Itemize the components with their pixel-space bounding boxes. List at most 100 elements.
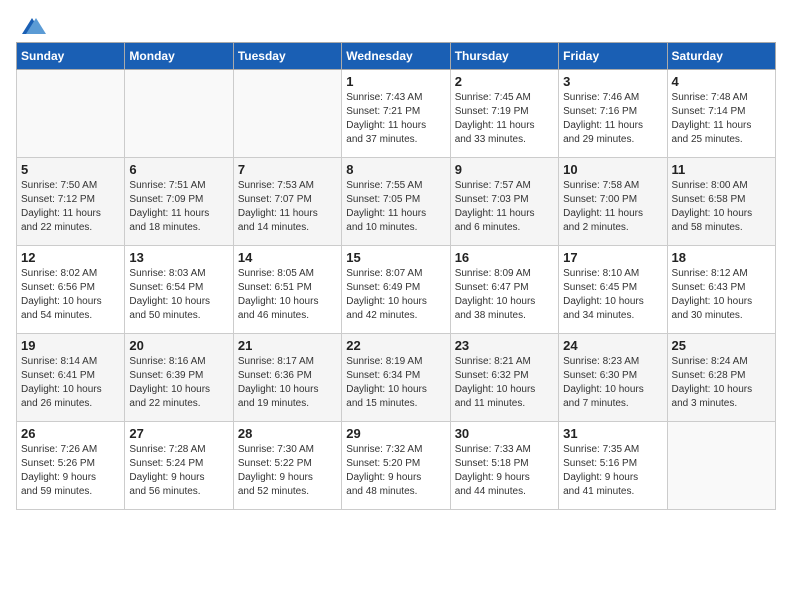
day-info: Sunrise: 8:09 AM Sunset: 6:47 PM Dayligh… [455,267,554,323]
day-number: 25 [672,338,771,353]
day-info: Sunrise: 7:48 AM Sunset: 7:14 PM Dayligh… [672,91,771,147]
day-info: Sunrise: 8:24 AM Sunset: 6:28 PM Dayligh… [672,355,771,411]
calendar-cell: 27 Sunrise: 7:28 AM Sunset: 5:24 PM Dayli… [125,422,233,510]
day-info: Sunrise: 8:14 AM Sunset: 6:41 PM Dayligh… [21,355,120,411]
day-info: Sunrise: 7:50 AM Sunset: 7:12 PM Dayligh… [21,179,120,235]
calendar-cell [17,70,125,158]
calendar-week-row: 26 Sunrise: 7:26 AM Sunset: 5:26 PM Dayli… [17,422,776,510]
calendar-cell: 16Sunrise: 8:09 AM Sunset: 6:47 PM Dayli… [450,246,558,334]
day-number: 11 [672,162,771,177]
day-info: Sunrise: 7:30 AM Sunset: 5:22 PM Dayligh… [238,443,337,499]
day-number: 26 [21,426,120,441]
calendar-cell: 1 Sunrise: 7:43 AM Sunset: 7:21 PM Daylig… [342,70,450,158]
day-info: Sunrise: 7:43 AM Sunset: 7:21 PM Dayligh… [346,91,445,147]
calendar-cell: 3 Sunrise: 7:46 AM Sunset: 7:16 PM Daylig… [559,70,667,158]
day-number: 19 [21,338,120,353]
calendar-week-row: 19 Sunrise: 8:14 AM Sunset: 6:41 PM Dayli… [17,334,776,422]
weekday-header-cell: Tuesday [233,43,341,70]
day-info: Sunrise: 8:16 AM Sunset: 6:39 PM Dayligh… [129,355,228,411]
day-number: 12 [21,250,120,265]
day-info: Sunrise: 7:51 AM Sunset: 7:09 PM Dayligh… [129,179,228,235]
day-number: 4 [672,74,771,89]
day-number: 14 [238,250,337,265]
weekday-header-cell: Sunday [17,43,125,70]
calendar-week-row: 5Sunrise: 7:50 AM Sunset: 7:12 PM Daylig… [17,158,776,246]
day-number: 28 [238,426,337,441]
day-info: Sunrise: 7:28 AM Sunset: 5:24 PM Dayligh… [129,443,228,499]
day-info: Sunrise: 8:10 AM Sunset: 6:45 PM Dayligh… [563,267,662,323]
day-info: Sunrise: 7:35 AM Sunset: 5:16 PM Dayligh… [563,443,662,499]
calendar-cell: 31 Sunrise: 7:35 AM Sunset: 5:16 PM Dayli… [559,422,667,510]
day-info: Sunrise: 8:03 AM Sunset: 6:54 PM Dayligh… [129,267,228,323]
calendar-cell: 23 Sunrise: 8:21 AM Sunset: 6:32 PM Dayli… [450,334,558,422]
weekday-header-cell: Wednesday [342,43,450,70]
calendar-week-row: 12 Sunrise: 8:02 AM Sunset: 6:56 PM Dayli… [17,246,776,334]
weekday-header-cell: Friday [559,43,667,70]
day-number: 24 [563,338,662,353]
calendar-cell: 4 Sunrise: 7:48 AM Sunset: 7:14 PM Daylig… [667,70,775,158]
day-info: Sunrise: 7:46 AM Sunset: 7:16 PM Dayligh… [563,91,662,147]
calendar-cell: 5Sunrise: 7:50 AM Sunset: 7:12 PM Daylig… [17,158,125,246]
day-number: 1 [346,74,445,89]
weekday-header-row: SundayMondayTuesdayWednesdayThursdayFrid… [17,43,776,70]
page-header [16,16,776,34]
day-number: 9 [455,162,554,177]
calendar-cell: 15Sunrise: 8:07 AM Sunset: 6:49 PM Dayli… [342,246,450,334]
calendar-week-row: 1 Sunrise: 7:43 AM Sunset: 7:21 PM Daylig… [17,70,776,158]
day-number: 22 [346,338,445,353]
calendar-cell: 26 Sunrise: 7:26 AM Sunset: 5:26 PM Dayli… [17,422,125,510]
calendar-body: 1 Sunrise: 7:43 AM Sunset: 7:21 PM Daylig… [17,70,776,510]
calendar-table: SundayMondayTuesdayWednesdayThursdayFrid… [16,42,776,510]
weekday-header-cell: Monday [125,43,233,70]
calendar-cell: 19 Sunrise: 8:14 AM Sunset: 6:41 PM Dayli… [17,334,125,422]
calendar-cell: 6 Sunrise: 7:51 AM Sunset: 7:09 PM Daylig… [125,158,233,246]
calendar-cell [667,422,775,510]
calendar-cell: 20 Sunrise: 8:16 AM Sunset: 6:39 PM Dayli… [125,334,233,422]
day-number: 3 [563,74,662,89]
day-number: 13 [129,250,228,265]
day-info: Sunrise: 8:05 AM Sunset: 6:51 PM Dayligh… [238,267,337,323]
day-info: Sunrise: 7:58 AM Sunset: 7:00 PM Dayligh… [563,179,662,235]
day-number: 23 [455,338,554,353]
calendar-cell: 18 Sunrise: 8:12 AM Sunset: 6:43 PM Dayli… [667,246,775,334]
day-number: 8 [346,162,445,177]
calendar-cell: 8 Sunrise: 7:55 AM Sunset: 7:05 PM Daylig… [342,158,450,246]
day-number: 2 [455,74,554,89]
calendar-cell: 12 Sunrise: 8:02 AM Sunset: 6:56 PM Dayli… [17,246,125,334]
calendar-cell: 13 Sunrise: 8:03 AM Sunset: 6:54 PM Dayli… [125,246,233,334]
calendar-cell: 21 Sunrise: 8:17 AM Sunset: 6:36 PM Dayli… [233,334,341,422]
day-info: Sunrise: 7:53 AM Sunset: 7:07 PM Dayligh… [238,179,337,235]
day-number: 6 [129,162,228,177]
day-number: 10 [563,162,662,177]
day-info: Sunrise: 8:17 AM Sunset: 6:36 PM Dayligh… [238,355,337,411]
day-info: Sunrise: 8:23 AM Sunset: 6:30 PM Dayligh… [563,355,662,411]
day-info: Sunrise: 8:00 AM Sunset: 6:58 PM Dayligh… [672,179,771,235]
day-number: 29 [346,426,445,441]
day-info: Sunrise: 8:07 AM Sunset: 6:49 PM Dayligh… [346,267,445,323]
day-info: Sunrise: 7:57 AM Sunset: 7:03 PM Dayligh… [455,179,554,235]
day-number: 17 [563,250,662,265]
calendar-cell [125,70,233,158]
calendar-cell: 17 Sunrise: 8:10 AM Sunset: 6:45 PM Dayli… [559,246,667,334]
day-number: 18 [672,250,771,265]
calendar-cell: 9 Sunrise: 7:57 AM Sunset: 7:03 PM Daylig… [450,158,558,246]
day-number: 20 [129,338,228,353]
day-info: Sunrise: 7:26 AM Sunset: 5:26 PM Dayligh… [21,443,120,499]
day-number: 27 [129,426,228,441]
day-number: 31 [563,426,662,441]
day-number: 21 [238,338,337,353]
day-info: Sunrise: 8:02 AM Sunset: 6:56 PM Dayligh… [21,267,120,323]
weekday-header-cell: Thursday [450,43,558,70]
day-info: Sunrise: 7:55 AM Sunset: 7:05 PM Dayligh… [346,179,445,235]
day-number: 30 [455,426,554,441]
calendar-cell: 28 Sunrise: 7:30 AM Sunset: 5:22 PM Dayli… [233,422,341,510]
calendar-cell: 22Sunrise: 8:19 AM Sunset: 6:34 PM Dayli… [342,334,450,422]
calendar-cell: 24 Sunrise: 8:23 AM Sunset: 6:30 PM Dayli… [559,334,667,422]
day-info: Sunrise: 8:21 AM Sunset: 6:32 PM Dayligh… [455,355,554,411]
day-info: Sunrise: 7:45 AM Sunset: 7:19 PM Dayligh… [455,91,554,147]
calendar-cell [233,70,341,158]
logo [16,16,46,34]
day-info: Sunrise: 8:12 AM Sunset: 6:43 PM Dayligh… [672,267,771,323]
calendar-cell: 29Sunrise: 7:32 AM Sunset: 5:20 PM Dayli… [342,422,450,510]
calendar-cell: 30Sunrise: 7:33 AM Sunset: 5:18 PM Dayli… [450,422,558,510]
